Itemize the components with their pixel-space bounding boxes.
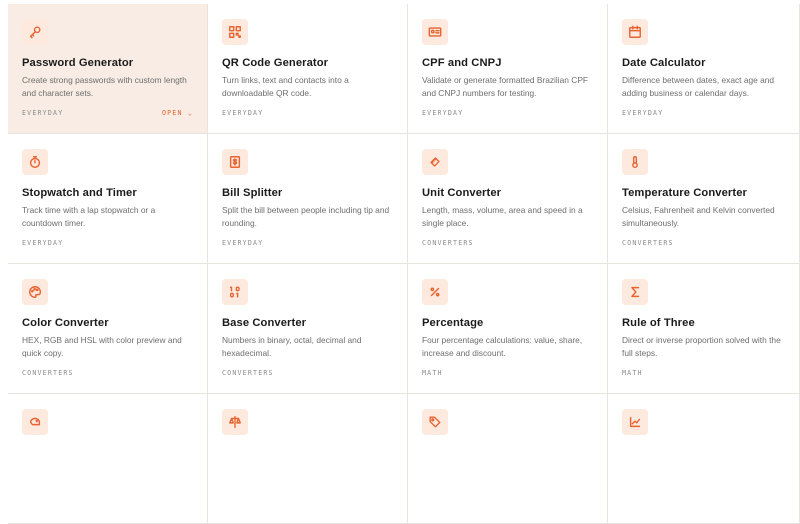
card-category: MATH <box>622 369 643 377</box>
card-title: Percentage <box>422 317 484 329</box>
stopwatch-icon <box>22 149 48 175</box>
open-link[interactable]: OPEN ⌄ <box>162 109 193 117</box>
tool-card-color-converter[interactable]: Color Converter HEX, RGB and HSL with co… <box>8 264 208 394</box>
binary-icon <box>222 279 248 305</box>
card-title: Temperature Converter <box>622 187 747 199</box>
tag-icon <box>422 409 448 435</box>
card-description: Turn links, text and contacts into a dow… <box>222 75 349 98</box>
card-category: EVERYDAY <box>422 109 464 117</box>
tool-card-password-generator[interactable]: Password Generator Create strong passwor… <box>8 4 208 134</box>
card-category: CONVERTERS <box>22 369 74 377</box>
tool-card-bill-splitter[interactable]: Bill Splitter Split the bill between peo… <box>208 134 408 264</box>
card-description: Celsius, Fahrenheit and Kelvin converted… <box>622 205 775 228</box>
card-category: CONVERTERS <box>222 369 274 377</box>
card-title: Base Converter <box>222 317 307 329</box>
tool-card-percentage[interactable]: Percentage Four percentage calculations:… <box>408 264 608 394</box>
card-category: EVERYDAY <box>222 109 264 117</box>
tool-card-qr-code-generator[interactable]: QR Code Generator Turn links, text and c… <box>208 4 408 134</box>
card-title: Color Converter <box>22 317 109 329</box>
card-title: Unit Converter <box>422 187 502 199</box>
chart-icon <box>622 409 648 435</box>
card-category: CONVERTERS <box>622 239 674 247</box>
card-description: Split the bill between people including … <box>222 205 390 228</box>
piggy-bank-icon <box>22 409 48 435</box>
card-title: Rule of Three <box>622 317 695 329</box>
tool-card-unit-converter[interactable]: Unit Converter Length, mass, volume, are… <box>408 134 608 264</box>
card-description: Numbers in binary, octal, decimal and he… <box>222 335 362 358</box>
tool-card-partial-3[interactable] <box>408 394 608 524</box>
palette-icon <box>22 279 48 305</box>
tool-card-partial-2[interactable] <box>208 394 408 524</box>
card-category: EVERYDAY <box>22 239 64 247</box>
card-description: Validate or generate formatted Brazilian… <box>422 75 589 98</box>
receipt-icon <box>222 149 248 175</box>
percent-icon <box>422 279 448 305</box>
card-description: Difference between dates, exact age and … <box>622 75 775 98</box>
card-title: Stopwatch and Timer <box>22 187 137 199</box>
left-gutter <box>0 4 8 524</box>
tool-card-partial-1[interactable] <box>8 394 208 524</box>
key-icon <box>22 19 48 45</box>
card-description: HEX, RGB and HSL with color preview and … <box>22 335 182 358</box>
card-title: Bill Splitter <box>222 187 283 199</box>
card-description: Direct or inverse proportion solved with… <box>622 335 781 358</box>
card-title: CPF and CNPJ <box>422 57 502 69</box>
card-category: MATH <box>422 369 443 377</box>
tool-card-date-calculator[interactable]: Date Calculator Difference between dates… <box>608 4 800 134</box>
thermometer-icon <box>622 149 648 175</box>
card-title: Password Generator <box>22 57 134 69</box>
card-description: Length, mass, volume, area and speed in … <box>422 205 583 228</box>
tool-card-stopwatch-and-timer[interactable]: Stopwatch and Timer Track time with a la… <box>8 134 208 264</box>
card-description: Create strong passwords with custom leng… <box>22 75 187 98</box>
card-title: Date Calculator <box>622 57 706 69</box>
calendar-icon <box>622 19 648 45</box>
tool-card-partial-4[interactable] <box>608 394 800 524</box>
card-category: EVERYDAY <box>622 109 664 117</box>
tool-card-temperature-converter[interactable]: Temperature Converter Celsius, Fahrenhei… <box>608 134 800 264</box>
id-card-icon <box>422 19 448 45</box>
tool-card-base-converter[interactable]: Base Converter Numbers in binary, octal,… <box>208 264 408 394</box>
sigma-icon <box>622 279 648 305</box>
card-description: Four percentage calculations: value, sha… <box>422 335 583 358</box>
card-category: EVERYDAY <box>222 239 264 247</box>
card-title: QR Code Generator <box>222 57 329 69</box>
scale-icon <box>222 409 248 435</box>
tool-card-cpf-and-cnpj[interactable]: CPF and CNPJ Validate or generate format… <box>408 4 608 134</box>
tool-card-rule-of-three[interactable]: Rule of Three Direct or inverse proporti… <box>608 264 800 394</box>
ruler-icon <box>422 149 448 175</box>
card-category: EVERYDAY <box>22 109 64 117</box>
card-description: Track time with a lap stopwatch or a cou… <box>22 205 156 228</box>
card-category: CONVERTERS <box>422 239 474 247</box>
tools-grid: Password Generator Create strong passwor… <box>0 4 800 524</box>
qr-code-icon <box>222 19 248 45</box>
